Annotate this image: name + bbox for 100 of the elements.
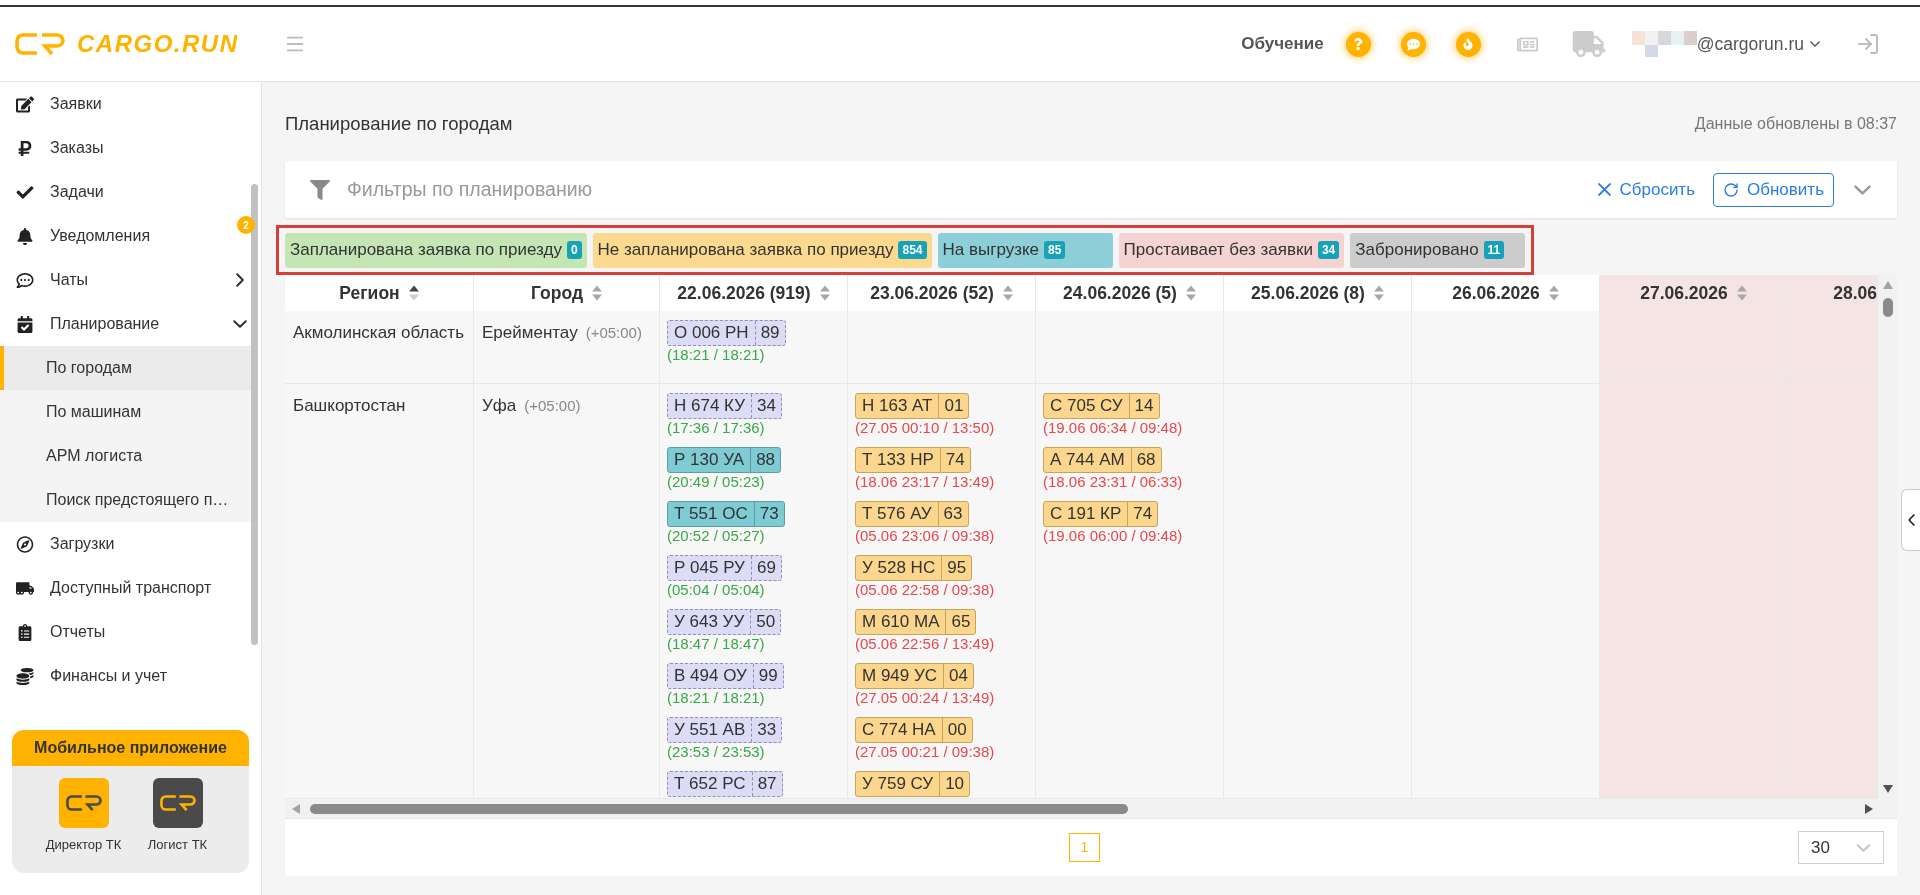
vehicle-tag[interactable]: У 528 НС 95	[855, 555, 973, 581]
coins-icon	[16, 667, 34, 685]
sidebar-item[interactable]: Заявки	[0, 82, 252, 126]
reset-button[interactable]: Сбросить	[1598, 176, 1695, 203]
scroll-right-arrow-icon[interactable]	[1865, 803, 1873, 814]
arrival-time: (27.05 00:21 / 09:38)	[855, 743, 995, 761]
page-size-select[interactable]: 30	[1798, 831, 1884, 864]
vehicle-tag[interactable]: Т 551 ОС 73	[667, 501, 785, 527]
column-header[interactable]: Регион	[285, 275, 474, 311]
truck-icon[interactable]	[1571, 31, 1606, 57]
arrival-time: (18.06 23:17 / 13:49)	[855, 473, 995, 491]
sidebar-subitem[interactable]: АРМ логиста	[0, 434, 252, 478]
column-header[interactable]: 28.06	[1788, 275, 1878, 311]
logo-icon	[15, 33, 65, 55]
help-icon[interactable]	[1345, 31, 1371, 57]
column-header[interactable]: 22.06.2026 (919)	[660, 275, 848, 311]
count-badge: 85	[1044, 241, 1066, 259]
sidebar-item[interactable]: Финансы и учет	[0, 654, 252, 698]
status-chip[interactable]: На выгрузке 85	[937, 232, 1113, 268]
status-chip[interactable]: Простаивает без заявки 34	[1118, 232, 1345, 268]
vehicle-tag[interactable]: У 551 АВ 33	[667, 717, 783, 743]
sidebar-item[interactable]: Задачи	[0, 170, 252, 214]
timezone: (+05:00)	[524, 396, 581, 416]
side-panel-tab[interactable]	[1901, 489, 1920, 551]
scrollbar-thumb[interactable]	[310, 803, 1128, 814]
count-badge: 854	[898, 241, 927, 259]
column-header[interactable]: Город	[474, 275, 660, 311]
column-header[interactable]: 25.06.2026 (8)	[1224, 275, 1412, 311]
logout-icon[interactable]	[1856, 32, 1880, 56]
vehicle-tag[interactable]: Т 576 АУ 63	[855, 501, 969, 527]
vehicle-tag[interactable]: Т 652 РС 87	[667, 771, 783, 797]
compass-icon	[16, 535, 34, 553]
status-chip[interactable]: Запланирована заявка по приезду 0	[285, 232, 587, 268]
vehicle-tag[interactable]: М 949 УС 04	[855, 663, 974, 689]
vehicle-tag[interactable]: У 759 СУ 10	[855, 771, 971, 797]
sidebar-subitem[interactable]: По машинам	[0, 390, 252, 434]
sidebar-item[interactable]: Доступный транспорт	[0, 566, 252, 610]
app-icon[interactable]	[58, 778, 109, 828]
user-menu[interactable]: @cargorun.ru	[1631, 30, 1820, 58]
region-name: Башкортостан	[293, 395, 406, 417]
scroll-left-arrow-icon[interactable]	[292, 803, 300, 814]
arrival-time: (18.06 23:31 / 06:33)	[1043, 473, 1183, 491]
column-header[interactable]: 23.06.2026 (52)	[848, 275, 1036, 311]
notification-badge: 2	[237, 216, 256, 234]
vertical-scrollbar[interactable]	[1878, 275, 1897, 799]
scroll-down-arrow-icon[interactable]	[1882, 785, 1893, 793]
sidebar-subitem[interactable]: Поиск предстоящего п…	[0, 478, 252, 522]
scrollbar-thumb[interactable]	[1882, 298, 1893, 317]
sidebar-item[interactable]: Заказы	[0, 126, 252, 170]
vehicle-tag[interactable]: М 610 МА 65	[855, 609, 977, 635]
column-header[interactable]: 27.06.2026	[1600, 275, 1788, 311]
vehicle-tag[interactable]: Т 133 НР 74	[855, 447, 971, 473]
horizontal-scrollbar[interactable]	[285, 799, 1897, 818]
status-chip[interactable]: Не запланирована заявка по приезду 854	[592, 232, 932, 268]
filter-icon	[310, 179, 330, 200]
sidebar-item[interactable]: Планирование	[0, 302, 252, 346]
sidebar-item[interactable]: Загрузки	[0, 522, 252, 566]
refresh-icon	[1723, 181, 1739, 198]
vehicle-tag[interactable]: Р 130 УА 88	[667, 447, 782, 473]
chat-bubble-icon[interactable]	[1400, 31, 1426, 57]
app-label: Логист ТК	[147, 836, 208, 854]
chevron-down-icon[interactable]	[1854, 184, 1871, 195]
calendar-icon	[16, 315, 34, 333]
vehicle-tag[interactable]: А 744 АМ 68	[1043, 447, 1162, 473]
vehicle-tag[interactable]: С 774 НА 00	[855, 717, 973, 743]
status-chip[interactable]: Забронировано 11	[1350, 232, 1526, 268]
column-header[interactable]: 26.06.2026	[1412, 275, 1600, 311]
column-header[interactable]: 24.06.2026 (5)	[1036, 275, 1224, 311]
chevron-left-icon	[1907, 514, 1915, 526]
app-label: Директор ТК	[45, 836, 122, 854]
arrival-time: (27.05 00:24 / 13:49)	[855, 689, 995, 707]
refresh-button[interactable]: Обновить	[1713, 172, 1834, 207]
chat-bubble-icon	[16, 271, 34, 289]
vehicle-tag[interactable]: Н 674 КУ 34	[667, 393, 782, 419]
arrival-time: (18:21 / 18:21)	[667, 689, 765, 707]
sidebar-item[interactable]: Чаты	[0, 258, 252, 302]
bell-icon	[16, 227, 34, 245]
fire-icon[interactable]	[1455, 31, 1481, 57]
edit-icon	[16, 95, 34, 113]
vehicle-tag[interactable]: Р 045 РУ 69	[667, 555, 782, 581]
check-icon	[16, 183, 34, 201]
vehicle-tag[interactable]: С 191 КР 74	[1043, 501, 1159, 527]
arrival-time: (20:49 / 05:23)	[667, 473, 765, 491]
scroll-up-arrow-icon[interactable]	[1882, 281, 1893, 289]
training-link[interactable]: Обучение	[1241, 31, 1324, 57]
vehicle-tag[interactable]: У 643 УУ 50	[667, 609, 782, 635]
scrollbar-thumb[interactable]	[251, 184, 259, 645]
arrival-time: (27.05 00:10 / 13:50)	[855, 419, 995, 437]
arrival-time: (05.06 23:06 / 09:38)	[855, 527, 995, 545]
city-name: Ерейментау	[482, 322, 578, 344]
vehicle-tag[interactable]: В 494 ОУ 99	[667, 663, 784, 689]
sidebar-subitem[interactable]: По городам	[0, 346, 252, 390]
app-icon[interactable]	[152, 778, 203, 828]
sidebar-item[interactable]: Отчеты	[0, 610, 252, 654]
vehicle-tag[interactable]: С 705 СУ 14	[1043, 393, 1160, 419]
close-icon	[1598, 183, 1612, 196]
clipboard-icon	[16, 623, 34, 641]
ruble-icon	[16, 139, 34, 157]
vehicle-tag[interactable]: О 006 РН 89	[667, 320, 786, 346]
vehicle-tag[interactable]: Н 163 АТ 01	[855, 393, 970, 419]
